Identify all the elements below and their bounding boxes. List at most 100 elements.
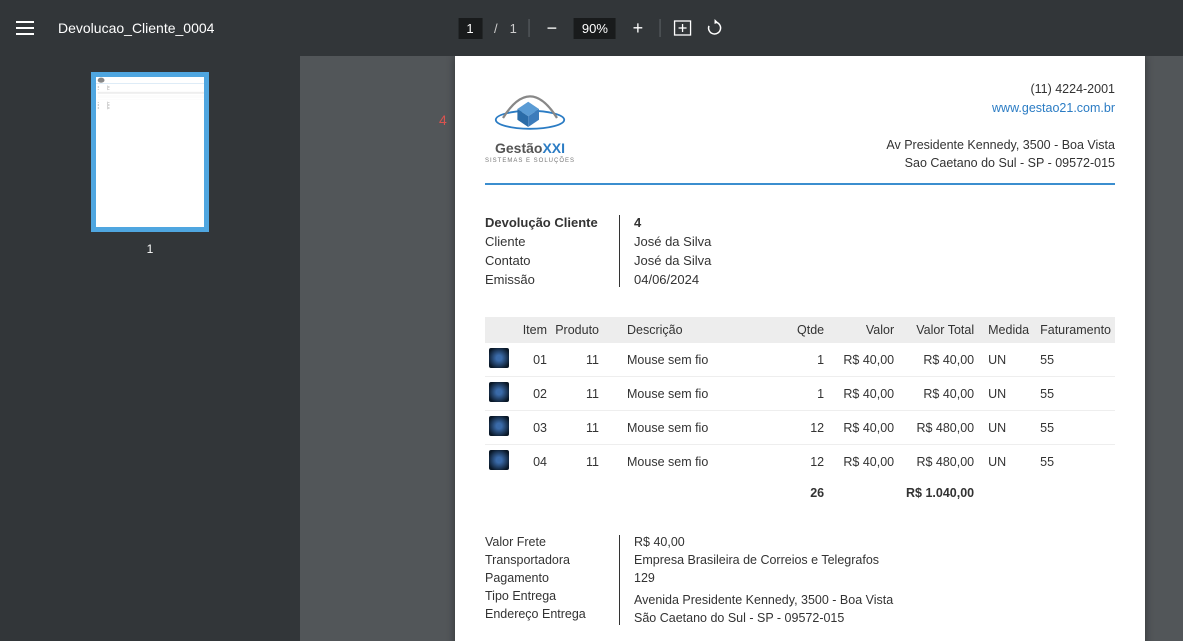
th-qtde: Qtde <box>784 317 828 343</box>
label-tipo-entrega: Tipo Entrega <box>485 589 605 603</box>
value-num: 4 <box>634 215 711 230</box>
cell-item: 04 <box>513 445 551 479</box>
thumbnail-sidebar: ------ ------------------ --------------… <box>0 56 300 641</box>
label-pagamento: Pagamento <box>485 571 605 585</box>
total-qtde: 26 <box>784 478 828 505</box>
table-header-row: Item Produto Descrição Qtde Valor Valor … <box>485 317 1115 343</box>
cell-medida: UN <box>978 445 1036 479</box>
product-thumb-icon <box>489 382 509 402</box>
zoom-in-button[interactable]: + <box>628 18 648 38</box>
menu-icon[interactable] <box>16 21 34 35</box>
document-info: Devolução Cliente Cliente Contato Emissã… <box>485 215 1115 287</box>
product-thumb-icon <box>489 416 509 436</box>
th-item: Item <box>513 317 551 343</box>
table-row: 0311Mouse sem fio12R$ 40,00R$ 480,00UN55 <box>485 411 1115 445</box>
product-thumb-icon <box>489 348 509 368</box>
page-thumbnail[interactable]: ------ ------------------ --------------… <box>91 72 209 232</box>
cell-medida: UN <box>978 343 1036 377</box>
page-total: 1 <box>510 21 517 36</box>
shipping-info: Valor Frete Transportadora Pagamento Tip… <box>485 535 1115 625</box>
items-table: Item Produto Descrição Qtde Valor Valor … <box>485 317 1115 505</box>
cell-qtde: 12 <box>784 445 828 479</box>
th-descricao: Descrição <box>603 317 784 343</box>
thumbnail-number: 1 <box>147 242 154 256</box>
value-endereco-l1: Avenida Presidente Kennedy, 3500 - Boa V… <box>634 593 893 607</box>
th-valor: Valor <box>828 317 898 343</box>
cell-qtde: 1 <box>784 377 828 411</box>
cell-total: R$ 480,00 <box>898 445 978 479</box>
divider <box>660 19 661 37</box>
cell-desc: Mouse sem fio <box>603 411 784 445</box>
page-marker: 4 <box>439 112 447 128</box>
cell-desc: Mouse sem fio <box>603 343 784 377</box>
th-fat: Faturamento <box>1036 317 1115 343</box>
cell-produto: 11 <box>551 377 603 411</box>
label-emissao: Emissão <box>485 272 605 287</box>
cell-item: 02 <box>513 377 551 411</box>
label-frete: Valor Frete <box>485 535 605 549</box>
label-contato: Contato <box>485 253 605 268</box>
company-address-line1: Av Presidente Kennedy, 3500 - Boa Vista <box>886 136 1115 155</box>
cell-total: R$ 40,00 <box>898 343 978 377</box>
page-separator: / <box>494 21 498 36</box>
value-transportadora: Empresa Brasileira de Correios e Telegra… <box>634 553 893 567</box>
cell-valor: R$ 40,00 <box>828 343 898 377</box>
zoom-out-button[interactable]: − <box>542 18 562 38</box>
table-row: 0111Mouse sem fio1R$ 40,00R$ 40,00UN55 <box>485 343 1115 377</box>
cell-fat: 55 <box>1036 411 1115 445</box>
cell-total: R$ 40,00 <box>898 377 978 411</box>
table-row: 0411Mouse sem fio12R$ 40,00R$ 480,00UN55 <box>485 445 1115 479</box>
value-endereco-l2: São Caetano do Sul - SP - 09572-015 <box>634 611 893 625</box>
document-header: GestãoXXI SISTEMAS E SOLUÇÕES (11) 4224-… <box>485 80 1115 185</box>
logo-subtitle: SISTEMAS E SOLUÇÕES <box>485 158 575 164</box>
cell-valor: R$ 40,00 <box>828 445 898 479</box>
cell-produto: 11 <box>551 445 603 479</box>
cell-produto: 11 <box>551 411 603 445</box>
cell-desc: Mouse sem fio <box>603 377 784 411</box>
company-phone: (11) 4224-2001 <box>886 80 1115 99</box>
th-medida: Medida <box>978 317 1036 343</box>
value-emissao: 04/06/2024 <box>634 272 711 287</box>
table-row: 0211Mouse sem fio1R$ 40,00R$ 40,00UN55 <box>485 377 1115 411</box>
label-tipo: Devolução Cliente <box>485 215 605 230</box>
company-info: (11) 4224-2001 www.gestao21.com.br Av Pr… <box>886 80 1115 173</box>
label-transportadora: Transportadora <box>485 553 605 567</box>
rotate-icon[interactable] <box>705 18 725 38</box>
company-logo: GestãoXXI SISTEMAS E SOLUÇÕES <box>485 80 575 164</box>
cell-item: 01 <box>513 343 551 377</box>
cell-fat: 55 <box>1036 445 1115 479</box>
zoom-level[interactable]: 90% <box>574 18 616 39</box>
th-valortotal: Valor Total <box>898 317 978 343</box>
th-produto: Produto <box>551 317 603 343</box>
page-number-input[interactable] <box>458 18 482 39</box>
document-title: Devolucao_Cliente_0004 <box>58 20 214 36</box>
pdf-viewer[interactable]: 4 GestãoXXI <box>300 56 1183 641</box>
cell-fat: 55 <box>1036 377 1115 411</box>
company-address-line2: Sao Caetano do Sul - SP - 09572-015 <box>886 154 1115 173</box>
value-pagamento: 129 <box>634 571 893 585</box>
logo-text: GestãoXXI <box>495 140 565 156</box>
cell-qtde: 12 <box>784 411 828 445</box>
cell-produto: 11 <box>551 343 603 377</box>
total-valor: R$ 1.040,00 <box>898 478 978 505</box>
cell-valor: R$ 40,00 <box>828 377 898 411</box>
cell-desc: Mouse sem fio <box>603 445 784 479</box>
pdf-toolbar: Devolucao_Cliente_0004 / 1 − 90% + <box>0 0 1183 56</box>
value-frete: R$ 40,00 <box>634 535 893 549</box>
cell-item: 03 <box>513 411 551 445</box>
value-cliente: José da Silva <box>634 234 711 249</box>
label-cliente: Cliente <box>485 234 605 249</box>
value-contato: José da Silva <box>634 253 711 268</box>
cell-fat: 55 <box>1036 343 1115 377</box>
totals-row: 26 R$ 1.040,00 <box>485 478 1115 505</box>
cell-valor: R$ 40,00 <box>828 411 898 445</box>
cell-total: R$ 480,00 <box>898 411 978 445</box>
document-page: GestãoXXI SISTEMAS E SOLUÇÕES (11) 4224-… <box>455 56 1145 641</box>
company-website: www.gestao21.com.br <box>886 99 1115 118</box>
product-thumb-icon <box>489 450 509 470</box>
cell-medida: UN <box>978 377 1036 411</box>
cell-qtde: 1 <box>784 343 828 377</box>
divider <box>529 19 530 37</box>
fit-page-icon[interactable] <box>673 18 693 38</box>
cell-medida: UN <box>978 411 1036 445</box>
